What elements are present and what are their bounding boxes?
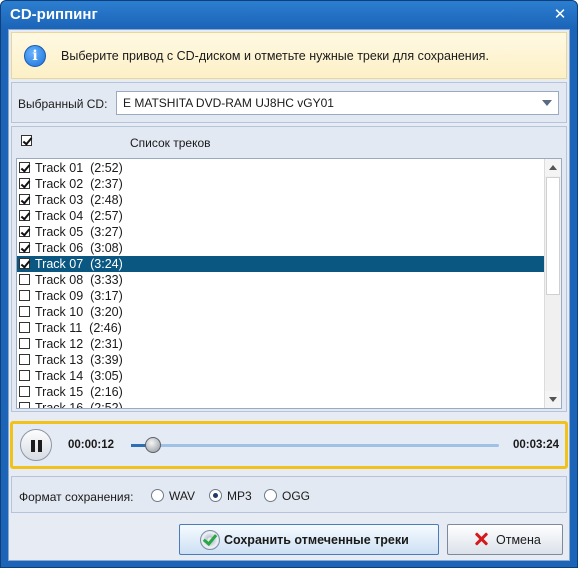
track-name: Track 13 (3:39) bbox=[35, 353, 123, 367]
track-checkbox[interactable] bbox=[19, 162, 30, 173]
track-checkbox[interactable] bbox=[19, 226, 30, 237]
track-row[interactable]: Track 02 (2:37) bbox=[17, 176, 545, 192]
cd-ripping-dialog: CD-риппинг ✕ i Выберите привод с CD-диск… bbox=[0, 0, 578, 568]
radio-wav-label: WAV bbox=[169, 489, 195, 503]
track-row[interactable]: Track 10 (3:20) bbox=[17, 304, 545, 320]
track-checkbox[interactable] bbox=[19, 402, 30, 408]
track-checkbox[interactable] bbox=[19, 370, 30, 381]
track-row[interactable]: Track 03 (2:48) bbox=[17, 192, 545, 208]
track-name: Track 06 (3:08) bbox=[35, 241, 123, 255]
track-name: Track 08 (3:33) bbox=[35, 273, 123, 287]
track-checkbox[interactable] bbox=[19, 274, 30, 285]
track-checkbox[interactable] bbox=[19, 322, 30, 333]
track-row[interactable]: Track 07 (3:24) bbox=[17, 256, 545, 272]
close-icon[interactable]: ✕ bbox=[551, 7, 569, 23]
vertical-scrollbar[interactable] bbox=[544, 159, 561, 408]
track-row[interactable]: Track 16 (2:52) bbox=[17, 400, 545, 409]
scroll-down-icon[interactable] bbox=[545, 391, 561, 408]
info-text: Выберите привод с CD-диском и отметьте н… bbox=[61, 49, 489, 63]
track-checkbox[interactable] bbox=[19, 338, 30, 349]
cd-drive-panel: Выбранный CD: E MATSHITA DVD-RAM UJ8HC v… bbox=[11, 82, 567, 123]
radio-wav[interactable] bbox=[151, 489, 164, 502]
info-icon: i bbox=[24, 45, 46, 67]
track-name: Track 03 (2:48) bbox=[35, 193, 123, 207]
track-checkbox[interactable] bbox=[19, 306, 30, 317]
track-name: Track 09 (3:17) bbox=[35, 289, 123, 303]
seek-bar[interactable] bbox=[131, 444, 499, 447]
track-name: Track 01 (2:52) bbox=[35, 161, 123, 175]
title-bar[interactable]: CD-риппинг ✕ bbox=[1, 1, 577, 29]
track-name: Track 12 (2:31) bbox=[35, 337, 123, 351]
track-row[interactable]: Track 09 (3:17) bbox=[17, 288, 545, 304]
disc-save-icon bbox=[200, 530, 220, 550]
save-checked-tracks-button[interactable]: Сохранить отмеченные треки bbox=[179, 524, 439, 555]
track-name: Track 15 (2:16) bbox=[35, 385, 123, 399]
current-time: 00:00:12 bbox=[68, 439, 115, 451]
format-option-ogg[interactable]: OGG bbox=[264, 489, 314, 503]
track-checkbox[interactable] bbox=[19, 386, 30, 397]
track-name: Track 04 (2:57) bbox=[35, 209, 123, 223]
track-checkbox[interactable] bbox=[19, 178, 30, 189]
save-button-label: Сохранить отмеченные треки bbox=[224, 533, 409, 547]
format-panel: Формат сохранения: WAV MP3 OGG bbox=[11, 476, 567, 513]
cancel-button[interactable]: Отмена bbox=[447, 524, 563, 555]
format-option-mp3[interactable]: MP3 bbox=[209, 489, 259, 503]
window-title: CD-риппинг bbox=[10, 6, 98, 23]
select-all-checkbox[interactable] bbox=[21, 135, 32, 146]
track-checkbox[interactable] bbox=[19, 258, 30, 269]
cd-drive-select[interactable]: E MATSHITA DVD-RAM UJ8HC vGY01 bbox=[116, 91, 559, 115]
info-banner: i Выберите привод с CD-диском и отметьте… bbox=[11, 32, 567, 79]
radio-ogg[interactable] bbox=[264, 489, 277, 502]
track-list[interactable]: Track 16 (2:52) Track 15 (2:16) Track 14 (… bbox=[16, 158, 562, 409]
track-name: Track 02 (2:37) bbox=[35, 177, 123, 191]
cd-drive-label: Выбранный CD: bbox=[18, 97, 108, 111]
scroll-up-icon[interactable] bbox=[545, 159, 561, 176]
pause-button[interactable] bbox=[20, 429, 52, 461]
track-row[interactable]: Track 01 (2:52) bbox=[17, 160, 545, 176]
cd-drive-value: E MATSHITA DVD-RAM UJ8HC vGY01 bbox=[123, 96, 334, 110]
track-name: Track 10 (3:20) bbox=[35, 305, 123, 319]
radio-ogg-label: OGG bbox=[282, 489, 311, 503]
track-list-panel: Список треков Track 16 (2:52) Track 15 (2… bbox=[11, 126, 567, 412]
format-option-wav[interactable]: WAV bbox=[151, 489, 201, 503]
track-name: Track 05 (3:27) bbox=[35, 225, 123, 239]
track-checkbox[interactable] bbox=[19, 354, 30, 365]
track-row[interactable]: Track 05 (3:27) bbox=[17, 224, 545, 240]
scrollbar-thumb[interactable] bbox=[546, 177, 560, 295]
total-time: 00:03:24 bbox=[512, 439, 559, 451]
track-row[interactable]: Track 15 (2:16) bbox=[17, 384, 545, 400]
chevron-down-icon[interactable] bbox=[542, 100, 552, 106]
track-row[interactable]: Track 11 (2:46) bbox=[17, 320, 545, 336]
seek-slider-handle[interactable] bbox=[145, 437, 162, 453]
audio-player: 00:00:12 00:03:24 bbox=[10, 421, 568, 469]
track-list-header: Список треков bbox=[12, 127, 566, 155]
track-checkbox[interactable] bbox=[19, 242, 30, 253]
track-checkbox[interactable] bbox=[19, 210, 30, 221]
track-row[interactable]: Track 04 (2:57) bbox=[17, 208, 545, 224]
track-name: Track 14 (3:05) bbox=[35, 369, 123, 383]
track-name: Track 16 (2:52) bbox=[35, 401, 123, 409]
dialog-body: i Выберите привод с CD-диском и отметьте… bbox=[8, 29, 570, 561]
cancel-button-label: Отмена bbox=[496, 533, 541, 547]
track-checkbox[interactable] bbox=[19, 194, 30, 205]
track-checkbox[interactable] bbox=[19, 290, 30, 301]
track-row[interactable]: Track 14 (3:05) bbox=[17, 368, 545, 384]
track-row[interactable]: Track 08 (3:33) bbox=[17, 272, 545, 288]
close-icon bbox=[474, 532, 488, 546]
track-row[interactable]: Track 06 (3:08) bbox=[17, 240, 545, 256]
track-name: Track 07 (3:24) bbox=[35, 257, 123, 271]
track-row[interactable]: Track 12 (2:31) bbox=[17, 336, 545, 352]
track-row[interactable]: Track 13 (3:39) bbox=[17, 352, 545, 368]
radio-mp3-label: MP3 bbox=[227, 489, 252, 503]
format-label: Формат сохранения: bbox=[19, 490, 134, 504]
track-name: Track 11 (2:46) bbox=[35, 321, 122, 335]
radio-mp3[interactable] bbox=[209, 489, 222, 502]
track-list-title: Список треков bbox=[130, 136, 211, 150]
